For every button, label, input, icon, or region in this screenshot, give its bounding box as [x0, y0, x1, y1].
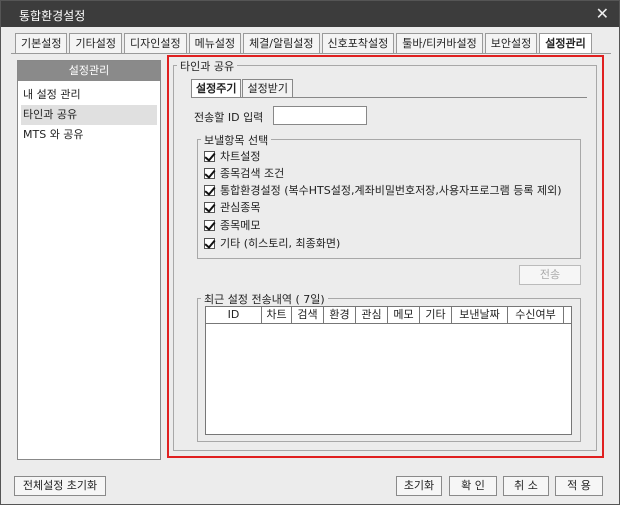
- tab-menu[interactable]: 메뉴설정: [188, 33, 242, 53]
- close-icon[interactable]: ✕: [596, 4, 609, 23]
- sidebar: 설정관리 내 설정 관리 타인과 공유 MTS 와 공유: [17, 60, 161, 460]
- checkbox-watchlist[interactable]: [204, 201, 215, 213]
- history-table: ID 차트 검색 환경 관심 메모 기타 보낸날짜 수신여부: [205, 306, 572, 435]
- item-watchlist[interactable]: 관심종목: [204, 199, 260, 215]
- history-group-title: 최근 설정 전송내역 ( 7일): [201, 291, 328, 307]
- subtab-send-settings[interactable]: 설정주기: [191, 79, 242, 98]
- ok-button[interactable]: 확 인: [449, 476, 497, 496]
- cancel-button[interactable]: 취 소: [503, 476, 549, 496]
- item-label: 기타 (히스토리, 최종화면): [220, 237, 341, 250]
- history-table-header: ID 차트 검색 환경 관심 메모 기타 보낸날짜 수신여부: [206, 307, 571, 324]
- col-received[interactable]: 수신여부: [508, 307, 564, 323]
- window-title: 통합환경설정: [19, 9, 86, 23]
- tab-security[interactable]: 보안설정: [484, 33, 538, 53]
- item-stock-memo[interactable]: 종목메모: [204, 217, 260, 233]
- item-label: 종목메모: [220, 219, 261, 232]
- checkbox-stock-search[interactable]: [204, 167, 215, 179]
- checkbox-others[interactable]: [204, 237, 215, 249]
- item-chart-settings[interactable]: 차트설정: [204, 148, 260, 164]
- item-label: 관심종목: [220, 201, 261, 214]
- tab-toolbar-ticker[interactable]: 툴바/티커바설정: [396, 33, 483, 53]
- col-sent-date[interactable]: 보낸날짜: [452, 307, 508, 323]
- item-stock-search[interactable]: 종목검색 조건: [204, 165, 284, 181]
- reset-all-button[interactable]: 전체설정 초기화: [14, 476, 106, 496]
- tab-etc[interactable]: 기타설정: [69, 33, 122, 53]
- col-search[interactable]: 검색: [292, 307, 324, 323]
- item-label: 종목검색 조건: [220, 167, 285, 180]
- checkbox-chart-settings[interactable]: [204, 150, 215, 162]
- tab-signal[interactable]: 신호포착설정: [321, 33, 395, 53]
- tab-design[interactable]: 디자인설정: [123, 33, 187, 53]
- send-button[interactable]: 전송: [519, 265, 581, 285]
- share-group-title: 타인과 공유: [177, 58, 238, 74]
- recipient-id-input[interactable]: [273, 106, 367, 125]
- col-watch[interactable]: 관심: [356, 307, 388, 323]
- title-bar: 통합환경설정 ✕: [1, 1, 619, 27]
- sidebar-item-my-settings[interactable]: 내 설정 관리: [18, 85, 160, 105]
- subtab-divider: [191, 97, 587, 98]
- sidebar-header: 설정관리: [18, 61, 160, 81]
- subtab-receive-settings[interactable]: 설정받기: [242, 79, 293, 98]
- tab-settings-management[interactable]: 설정관리: [539, 33, 592, 54]
- settings-window: 통합환경설정 ✕ 기본설정 기타설정 디자인설정 메뉴설정 체결/알림설정 신호…: [0, 0, 620, 505]
- tab-divider: [11, 53, 611, 54]
- item-label: 통합환경설정 (복수HTS설정,계좌비밀번호저장,사용자프로그램 등록 제외): [220, 184, 562, 197]
- main-tabs: 기본설정 기타설정 디자인설정 메뉴설정 체결/알림설정 신호포착설정 툴바/티…: [15, 33, 594, 54]
- col-memo[interactable]: 메모: [388, 307, 420, 323]
- items-group-title: 보낼항목 선택: [201, 132, 272, 148]
- apply-button[interactable]: 적 용: [555, 476, 603, 496]
- checkbox-integrated-env[interactable]: [204, 184, 215, 196]
- id-field-label: 전송할 ID 입력: [194, 111, 264, 124]
- item-label: 차트설정: [220, 150, 261, 163]
- col-etc[interactable]: 기타: [420, 307, 452, 323]
- tab-execution-alert[interactable]: 체결/알림설정: [243, 33, 320, 53]
- share-subtabs: 설정주기 설정받기: [191, 79, 294, 98]
- col-id[interactable]: ID: [206, 307, 262, 323]
- col-env[interactable]: 환경: [324, 307, 356, 323]
- tab-basic[interactable]: 기본설정: [15, 33, 68, 53]
- reset-button[interactable]: 초기화: [396, 476, 442, 496]
- checkbox-stock-memo[interactable]: [204, 219, 215, 231]
- item-others[interactable]: 기타 (히스토리, 최종화면): [204, 235, 340, 251]
- sidebar-item-share-mts[interactable]: MTS 와 공유: [18, 125, 160, 145]
- col-chart[interactable]: 차트: [262, 307, 292, 323]
- sidebar-item-share-others[interactable]: 타인과 공유: [21, 105, 157, 125]
- item-integrated-env[interactable]: 통합환경설정 (복수HTS설정,계좌비밀번호저장,사용자프로그램 등록 제외): [204, 182, 562, 198]
